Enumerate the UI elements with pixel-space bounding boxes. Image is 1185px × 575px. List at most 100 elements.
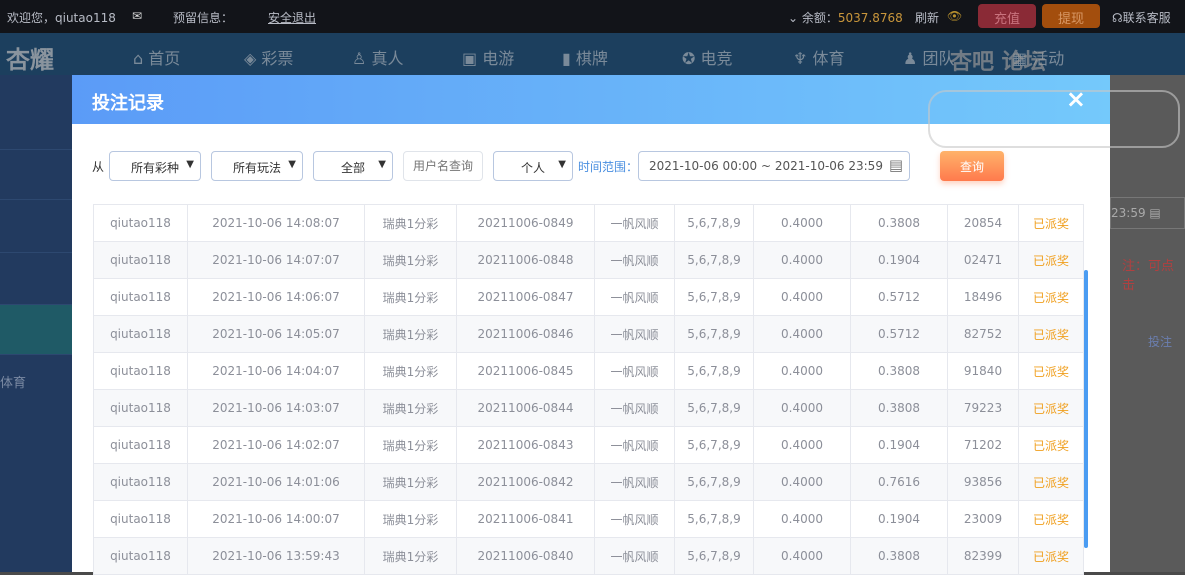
cell-username: qiutao118 (93, 500, 188, 538)
cell-status: 已派奖 (1018, 278, 1084, 316)
cell-bet-content: 5,6,7,8,9 (674, 241, 754, 279)
nav-home[interactable]: ⌂ 首页 (133, 45, 180, 69)
sidebar-item-sports[interactable]: 体育 (0, 355, 72, 405)
table-row[interactable]: qiutao118 2021-10-06 14:08:07 瑞典1分彩 2021100… (93, 204, 1084, 242)
watermark-logo (928, 90, 1180, 148)
nav-team[interactable]: ♟ 团队 (903, 45, 954, 69)
background-note: 注：可点击 (1122, 259, 1175, 293)
cell-username: qiutao118 (93, 204, 188, 242)
cell-bet-content: 5,6,7,8,9 (674, 537, 754, 575)
cell-bet-content: 5,6,7,8,9 (674, 500, 754, 538)
from-label: 从 (92, 160, 105, 174)
sidebar-item[interactable] (0, 150, 72, 200)
cell-lottery: 瑞典1分彩 (364, 204, 457, 242)
cell-bet-time: 2021-10-06 14:07:07 (187, 241, 365, 279)
table-row[interactable]: qiutao118 2021-10-06 13:59:43 瑞典1分彩 2021100… (93, 537, 1084, 575)
cell-status: 已派奖 (1018, 352, 1084, 390)
cell-bet-time: 2021-10-06 14:06:07 (187, 278, 365, 316)
cell-status: 已派奖 (1018, 389, 1084, 427)
cell-bet-time: 2021-10-06 14:00:07 (187, 500, 365, 538)
watermark-top: 杏吧 论坛 (950, 50, 1046, 75)
cell-username: qiutao118 (93, 463, 188, 501)
scrollbar[interactable] (1084, 270, 1088, 548)
cell-issue: 20211006-0842 (456, 463, 595, 501)
hide-balance-icon[interactable]: 👁 (947, 9, 962, 23)
cell-issue: 20211006-0840 (456, 537, 595, 575)
table-row[interactable]: qiutao118 2021-10-06 14:04:07 瑞典1分彩 2021100… (93, 352, 1084, 390)
logout-link[interactable]: 安全退出 (268, 9, 316, 26)
table-row[interactable]: qiutao118 2021-10-06 14:06:07 瑞典1分彩 2021100… (93, 278, 1084, 316)
cell-issue: 20211006-0844 (456, 389, 595, 427)
query-button[interactable]: 查询 (940, 151, 1004, 181)
cell-bet-time: 2021-10-06 13:59:43 (187, 537, 365, 575)
cell-amount: 0.4000 (753, 204, 851, 242)
table-row[interactable]: qiutao118 2021-10-06 14:02:07 瑞典1分彩 2021100… (93, 426, 1084, 464)
deposit-button[interactable]: 充值 (978, 4, 1036, 28)
mail-icon[interactable]: ✉ (132, 9, 142, 23)
support-link[interactable]: ☊联系客服 (1112, 9, 1171, 26)
nav-live[interactable]: ♙ 真人 (352, 45, 403, 69)
nav-sports[interactable]: ♆ 体育 (793, 45, 844, 69)
refresh-button[interactable]: 刷新 (915, 9, 939, 26)
cell-username: qiutao118 (93, 241, 188, 279)
nav-lottery[interactable]: ◈ 彩票 (244, 45, 293, 69)
cell-play: 一帆风顺 (594, 389, 675, 427)
cell-status: 已派奖 (1018, 463, 1084, 501)
cell-prize: 0.7616 (850, 463, 948, 501)
cell-bet-content: 5,6,7,8,9 (674, 315, 754, 353)
lottery-select[interactable]: 所有彩种 ▼ (109, 151, 201, 181)
table-row[interactable]: qiutao118 2021-10-06 14:00:07 瑞典1分彩 2021100… (93, 500, 1084, 538)
cell-prize: 0.1904 (850, 426, 948, 464)
cell-play: 一帆风顺 (594, 315, 675, 353)
status-select[interactable]: 全部 ▼ (313, 151, 393, 181)
cell-lottery: 瑞典1分彩 (364, 426, 457, 464)
calendar-icon: ▤ (1149, 206, 1161, 220)
table-row[interactable]: qiutao118 2021-10-06 14:01:06 瑞典1分彩 2021100… (93, 463, 1084, 501)
nav-cards[interactable]: ▮ 棋牌 (562, 45, 608, 69)
cell-issue: 20211006-0845 (456, 352, 595, 390)
cell-prize: 0.1904 (850, 241, 948, 279)
cell-draw-number: 02471 (947, 241, 1019, 279)
cell-amount: 0.4000 (753, 278, 851, 316)
sidebar-item-active[interactable] (0, 305, 72, 355)
cell-status: 已派奖 (1018, 241, 1084, 279)
cell-play: 一帆风顺 (594, 352, 675, 390)
cell-bet-time: 2021-10-06 14:03:07 (187, 389, 365, 427)
sidebar-item[interactable] (0, 253, 72, 305)
cell-bet-time: 2021-10-06 14:08:07 (187, 204, 365, 242)
cell-bet-content: 5,6,7,8,9 (674, 426, 754, 464)
balance-label: ⌄ 余额：5037.8768 (788, 11, 903, 25)
nav-slots[interactable]: ▣ 电游 (462, 45, 514, 69)
table-row[interactable]: qiutao118 2021-10-06 14:05:07 瑞典1分彩 2021100… (93, 315, 1084, 353)
cell-issue: 20211006-0848 (456, 241, 595, 279)
cell-username: qiutao118 (93, 426, 188, 464)
cell-draw-number: 91840 (947, 352, 1019, 390)
cell-amount: 0.4000 (753, 463, 851, 501)
cell-status: 已派奖 (1018, 315, 1084, 353)
top-bar: 欢迎您，qiutao118 ✉ 预留信息： 安全退出 ⌄ 余额：5037.876… (0, 0, 1185, 33)
sidebar: 体育 (0, 75, 72, 572)
play-select[interactable]: 所有玩法 ▼ (211, 151, 303, 181)
welcome-text: 欢迎您，qiutao118 (7, 11, 116, 25)
cell-amount: 0.4000 (753, 500, 851, 538)
username-input[interactable] (403, 151, 483, 181)
scope-select[interactable]: 个人 ▼ (493, 151, 573, 181)
withdraw-button[interactable]: 提现 (1042, 4, 1100, 28)
table-row[interactable]: qiutao118 2021-10-06 14:03:07 瑞典1分彩 2021100… (93, 389, 1084, 427)
cell-prize: 0.3808 (850, 389, 948, 427)
cell-bet-time: 2021-10-06 14:05:07 (187, 315, 365, 353)
time-range-input[interactable]: 2021-10-06 00:00 ~ 2021-10-06 23:59 ▤ (638, 151, 910, 181)
logo[interactable]: 杏耀 (6, 40, 54, 75)
cell-draw-number: 82752 (947, 315, 1019, 353)
cell-bet-content: 5,6,7,8,9 (674, 389, 754, 427)
cell-draw-number: 79223 (947, 389, 1019, 427)
cell-bet-content: 5,6,7,8,9 (674, 204, 754, 242)
cell-amount: 0.4000 (753, 315, 851, 353)
nav-esports[interactable]: ✪ 电竞 (682, 45, 733, 69)
sidebar-item[interactable] (0, 200, 72, 253)
sidebar-item[interactable] (0, 100, 72, 150)
bet-records-table: qiutao118 2021-10-06 14:08:07 瑞典1分彩 2021100… (93, 204, 1084, 575)
table-row[interactable]: qiutao118 2021-10-06 14:07:07 瑞典1分彩 2021100… (93, 241, 1084, 279)
cell-draw-number: 71202 (947, 426, 1019, 464)
cell-amount: 0.4000 (753, 537, 851, 575)
